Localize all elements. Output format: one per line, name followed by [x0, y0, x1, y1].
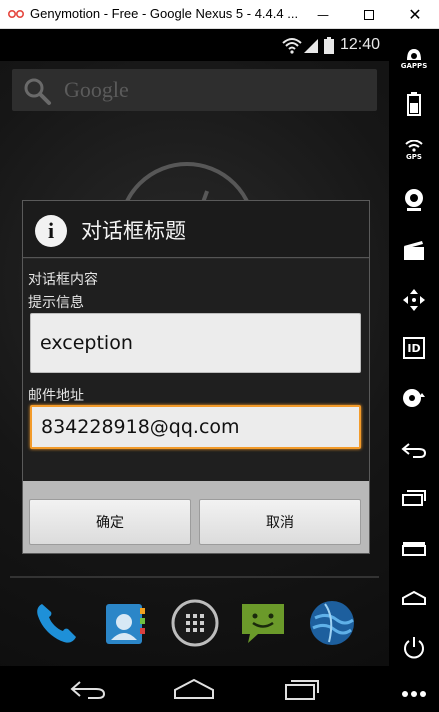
dock-divider — [10, 576, 379, 578]
gapps-icon — [407, 48, 421, 60]
recents-icon — [402, 490, 426, 506]
dpad-button[interactable] — [389, 283, 439, 317]
recents-button[interactable] — [389, 481, 439, 515]
minimize-button[interactable]: — — [300, 0, 346, 29]
genymotion-logo-icon — [8, 10, 24, 18]
more-button[interactable] — [389, 677, 439, 711]
phone-app-icon[interactable] — [28, 596, 82, 650]
app-drawer-icon[interactable] — [168, 596, 222, 650]
gapps-label: GAPPS — [400, 61, 428, 70]
dialog-title: 对话框标题 — [81, 219, 186, 243]
search-placeholder: Google — [64, 77, 129, 102]
nav-recents-button[interactable] — [272, 672, 332, 706]
clapperboard-icon — [404, 241, 424, 260]
disk-icon — [403, 389, 425, 407]
messaging-app-icon[interactable] — [236, 596, 290, 650]
recents-icon — [285, 680, 319, 700]
dialog-body: 对话框内容 提示信息 邮件地址 — [23, 259, 369, 481]
status-icons — [282, 37, 334, 54]
back-icon — [401, 443, 427, 458]
status-bar: 12:40 — [0, 29, 389, 61]
menu-button[interactable] — [389, 531, 439, 565]
email-field[interactable] — [30, 405, 361, 449]
gps-label: GPS — [406, 152, 422, 161]
email-input[interactable] — [32, 407, 359, 447]
android-screen: 12:40 Google i 对话框标题 对话框内容 提示信息 exceptio… — [0, 29, 389, 712]
back-button[interactable] — [389, 433, 439, 467]
google-search-bar[interactable]: Google — [12, 69, 377, 111]
contacts-app-icon[interactable] — [98, 596, 152, 650]
prompt-info-label: 提示信息 — [28, 295, 84, 311]
dialog-button-bar: 确定 取消 — [23, 481, 369, 553]
signal-icon — [304, 39, 318, 53]
battery-icon — [324, 37, 334, 54]
nav-home-button[interactable] — [164, 672, 224, 706]
search-icon — [24, 78, 51, 105]
dialog-header: i 对话框标题 — [23, 201, 369, 258]
power-icon — [404, 637, 424, 659]
window-titlebar: Genymotion - Free - Google Nexus 5 - 4.4… — [0, 0, 439, 29]
app-dock — [0, 584, 389, 664]
gps-button[interactable]: GPS — [389, 133, 439, 167]
window-title: Genymotion - Free - Google Nexus 5 - 4.4… — [30, 6, 299, 21]
webcam-icon — [405, 189, 423, 211]
webcam-button[interactable] — [389, 183, 439, 217]
dialog-message: 对话框内容 — [28, 272, 98, 288]
prompt-info-field[interactable] — [30, 313, 361, 373]
device-id-label: ID — [407, 341, 421, 355]
cancel-button[interactable]: 取消 — [199, 499, 361, 545]
home-button[interactable] — [389, 581, 439, 615]
browser-app-icon[interactable] — [305, 596, 359, 650]
wifi-icon — [405, 139, 423, 152]
menu-icon — [402, 542, 426, 556]
prompt-info-input[interactable] — [31, 314, 360, 372]
alert-dialog: i 对话框标题 对话框内容 提示信息 邮件地址 确定 取消 — [22, 200, 370, 554]
gapps-button[interactable]: GAPPS — [389, 41, 439, 75]
device-id-button[interactable]: ID — [389, 331, 439, 365]
disk-button[interactable] — [389, 381, 439, 415]
android-nav-bar — [0, 666, 389, 712]
confirm-button[interactable]: 确定 — [29, 499, 191, 545]
power-button[interactable] — [389, 631, 439, 665]
email-label: 邮件地址 — [28, 388, 84, 404]
maximize-icon — [364, 9, 374, 20]
wifi-icon — [282, 38, 302, 54]
close-button[interactable]: ✕ — [392, 0, 438, 29]
move-arrows-icon — [403, 289, 425, 311]
battery-icon — [407, 92, 421, 116]
maximize-button[interactable] — [346, 0, 392, 29]
back-icon — [70, 681, 106, 699]
nav-back-button[interactable] — [58, 672, 118, 706]
battery-button[interactable] — [389, 87, 439, 121]
status-time: 12:40 — [340, 36, 381, 53]
device-id-icon: ID — [403, 337, 425, 359]
home-icon — [174, 678, 214, 699]
screencast-button[interactable] — [389, 233, 439, 267]
more-dots-icon — [402, 691, 426, 697]
genymotion-sidebar: GAPPS GPS ID — [389, 29, 439, 712]
home-icon — [402, 590, 426, 605]
info-icon: i — [35, 215, 67, 247]
